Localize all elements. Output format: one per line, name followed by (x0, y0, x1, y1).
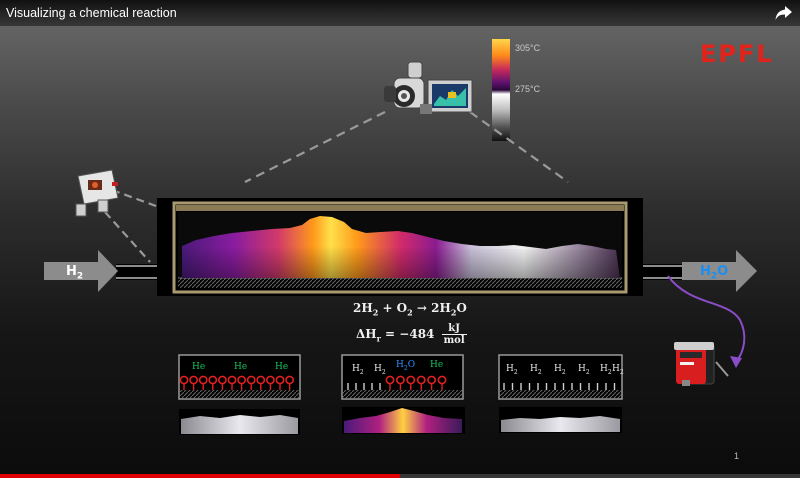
reaction-diagram (44, 61, 757, 435)
panel-gas-label: H2 (600, 364, 612, 376)
panel-gas-label: H2 (374, 364, 386, 376)
panel-gas-label: H2 (612, 364, 624, 376)
panel-gas-label: H2 (506, 364, 518, 376)
panel-gas-label: He (234, 362, 248, 372)
panel-gas-label: He (275, 362, 289, 372)
side-camera-icon (75, 169, 119, 217)
panel-after (498, 354, 623, 400)
video-frame[interactable]: Visualizing a chemical reaction EPFL 305… (0, 0, 800, 478)
panel-gas-label: H2 (554, 364, 566, 376)
thermal-camera-icon (384, 61, 473, 114)
panel-gas-label: H2O (396, 360, 416, 372)
slide-number: 1 (734, 451, 740, 461)
panel-gas-label: H2 (578, 364, 590, 376)
panel-gas-label: He (430, 360, 444, 370)
panel-gas-label: He (192, 362, 206, 372)
inlet-h2-label: H2 (66, 264, 84, 282)
enthalpy-equation: ΔHr = −484 kJ mol (356, 323, 467, 346)
video-progress-bar[interactable] (0, 474, 800, 478)
video-progress-fill (0, 474, 400, 478)
panel-gas-label: H2 (530, 364, 542, 376)
reaction-equation: 2H2 + O2 → 2H2O (353, 301, 467, 318)
mass-spectrometer-icon (674, 342, 729, 386)
panel-gas-label: H2 (352, 364, 364, 376)
outlet-h2o-label: H2O (700, 264, 729, 282)
